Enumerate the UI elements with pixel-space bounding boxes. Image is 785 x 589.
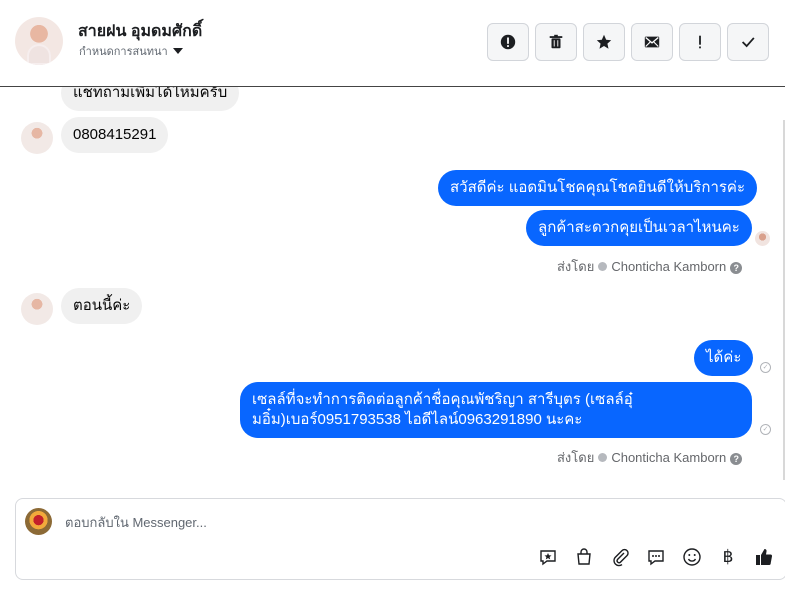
thumbs-up-icon <box>756 549 773 566</box>
emoji-button[interactable] <box>682 547 702 567</box>
contact-avatar-small[interactable] <box>21 122 53 154</box>
message-text: ลูกค้าสะดวกคุยเป็นเวลาไหนคะ <box>538 219 740 236</box>
conversation-label-text: กำหนดการสนทนา <box>79 46 168 58</box>
conversation-label-dropdown[interactable]: กำหนดการสนทนา <box>79 42 183 60</box>
contact-name[interactable]: สายฝน อุมดมศักดิ์ <box>78 19 202 44</box>
contact-avatar-small[interactable] <box>21 293 53 325</box>
sent-by-agent[interactable]: Chonticha Kamborn <box>611 259 726 274</box>
done-button[interactable] <box>727 23 769 61</box>
page-avatar <box>25 508 52 535</box>
quick-replies-button[interactable] <box>646 547 666 567</box>
message-text: ได้ค่ะ <box>706 349 742 366</box>
delivered-check-icon: ✓ <box>760 362 771 373</box>
sent-by-line: ส่งโดย Chonticha Kamborn? <box>557 447 743 468</box>
payment-button[interactable]: ฿ <box>718 547 738 567</box>
like-button[interactable] <box>754 547 774 567</box>
check-icon <box>741 37 755 48</box>
chat-bubbles-icon <box>648 550 664 566</box>
saved-reply-icon <box>540 550 556 566</box>
shopping-bag-icon <box>577 548 591 565</box>
delivered-check-icon: ✓ <box>760 424 771 435</box>
emoji-icon <box>683 548 701 566</box>
mark-unread-button[interactable] <box>631 23 673 61</box>
help-icon[interactable]: ? <box>730 262 743 274</box>
delete-button[interactable] <box>535 23 577 61</box>
message-incoming[interactable]: ตอนนี้ค่ะ <box>61 288 143 324</box>
message-outgoing[interactable]: สวัสดีค่ะ แอดมินโชคคุณโชคยินดีให้บริการค… <box>438 170 758 206</box>
caret-down-icon <box>172 48 183 54</box>
saved-reply-button[interactable] <box>538 547 558 567</box>
seen-avatar <box>755 231 770 246</box>
message-text: สวัสดีค่ะ แอดมินโชคคุณโชคยินดีให้บริการค… <box>450 179 746 196</box>
sent-by-label: ส่งโดย <box>557 259 595 274</box>
envelope-icon <box>644 36 660 48</box>
reply-input[interactable]: ตอบกลับใน Messenger... <box>65 512 207 533</box>
attach-button[interactable] <box>610 547 630 567</box>
help-icon[interactable]: ? <box>730 453 743 465</box>
alert-circle-icon <box>500 34 516 50</box>
contact-avatar[interactable] <box>15 17 63 65</box>
sent-by-label: ส่งโดย <box>557 450 595 465</box>
baht-icon: ฿ <box>722 547 734 566</box>
exclamation-icon <box>699 35 701 49</box>
sent-by-agent[interactable]: Chonticha Kamborn <box>611 450 726 465</box>
message-text: 0808415291 <box>73 126 157 143</box>
message-incoming[interactable]: แชทถามเพิ่มได้ไหมครับ <box>61 87 240 111</box>
reply-composer: ตอบกลับใน Messenger... ฿ <box>15 498 785 580</box>
attachment-icon <box>613 548 629 567</box>
trash-icon <box>549 34 563 49</box>
important-button[interactable] <box>679 23 721 61</box>
message-outgoing[interactable]: ได้ค่ะ <box>694 340 754 376</box>
star-button[interactable] <box>583 23 625 61</box>
message-outgoing[interactable]: ลูกค้าสะดวกคุยเป็นเวลาไหนคะ <box>526 210 752 246</box>
message-thread[interactable]: แชทถามเพิ่มได้ไหมครับ 0808415291 สวัสดีค… <box>0 87 785 492</box>
report-button[interactable] <box>487 23 529 61</box>
message-text: ตอนนี้ค่ะ <box>73 297 131 314</box>
verified-dot-icon <box>598 262 608 271</box>
message-incoming[interactable]: 0808415291 <box>61 117 169 153</box>
shop-button[interactable] <box>574 547 594 567</box>
star-icon <box>596 34 612 49</box>
verified-dot-icon <box>598 453 608 462</box>
message-text: แชทถามเพิ่มได้ไหมครับ <box>73 87 228 101</box>
sent-by-line: ส่งโดย Chonticha Kamborn? <box>557 256 743 277</box>
message-text: เซลล์ที่จะทำการติดต่อลูกค้าชื่อคุณพัชริญ… <box>252 391 633 428</box>
message-outgoing[interactable]: เซลล์ที่จะทำการติดต่อลูกค้าชื่อคุณพัชริญ… <box>240 382 752 438</box>
conversation-header: สายฝน อุมดมศักดิ์ กำหนดการสนทนา <box>0 0 785 87</box>
